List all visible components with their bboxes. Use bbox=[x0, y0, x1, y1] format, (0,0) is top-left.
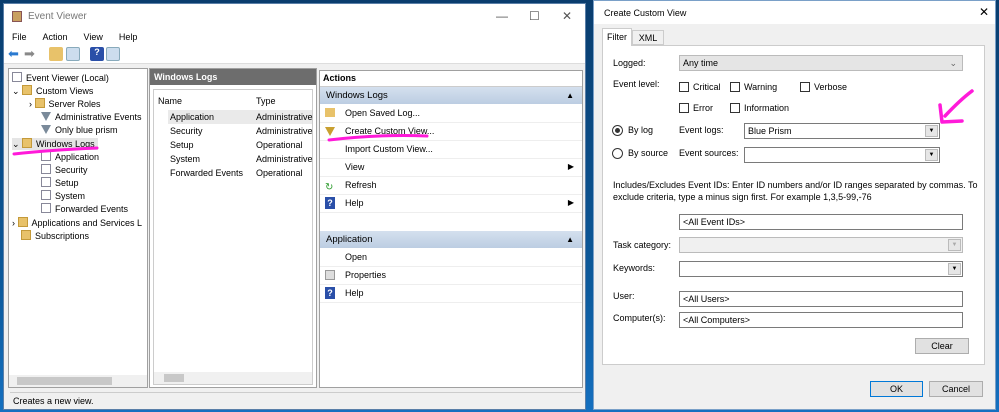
annotation-underline-create-custom-view bbox=[327, 134, 429, 142]
annotation-underline-windows-logs bbox=[12, 146, 99, 156]
annotation-arrow bbox=[938, 89, 974, 124]
tab-filter[interactable]: Filter bbox=[602, 28, 632, 46]
annotation-overlay bbox=[12, 89, 974, 156]
